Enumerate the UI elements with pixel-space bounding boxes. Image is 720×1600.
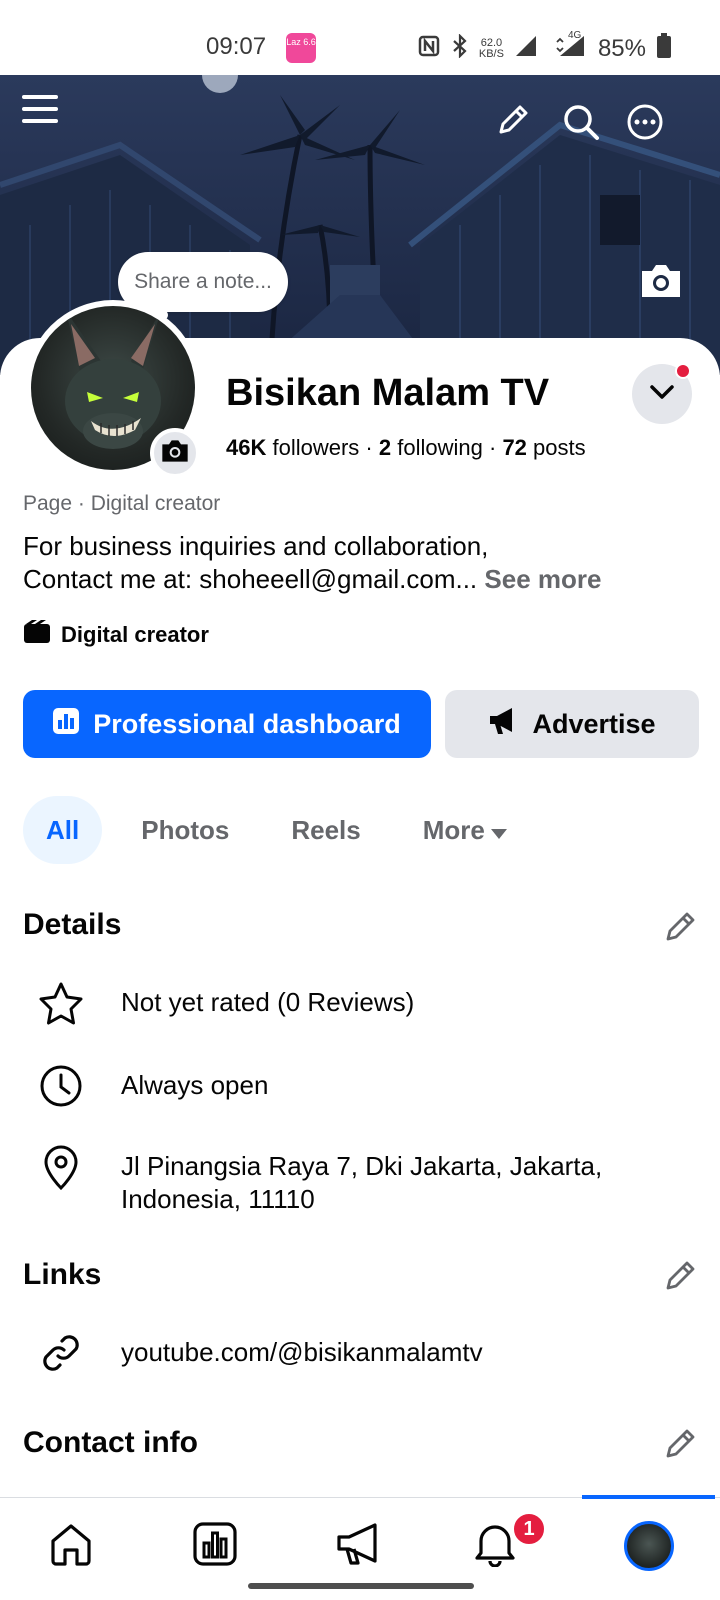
profile-stats: 46K followers · 2 following · 72 posts	[226, 435, 586, 461]
page-category: Page · Digital creator	[23, 492, 221, 515]
notification-badge: 1	[512, 1512, 546, 1546]
pencil-icon	[663, 1259, 697, 1298]
edit-profile-button[interactable]	[496, 103, 548, 155]
bio-line: For business inquiries and collaboration…	[23, 531, 489, 561]
battery-icon	[656, 33, 672, 65]
rating-text: Not yet rated (0 Reviews)	[121, 987, 415, 1017]
speed-unit: KB/S	[478, 48, 504, 60]
caret-down-icon	[490, 815, 507, 846]
bluetooth-icon	[451, 33, 469, 64]
nav-home[interactable]	[38, 1516, 104, 1576]
tab-photos[interactable]: Photos	[118, 796, 252, 864]
nav-ads[interactable]	[326, 1516, 392, 1576]
link-icon	[23, 1330, 99, 1376]
contact-info-title: Contact info	[23, 1426, 198, 1459]
tab-label: Reels	[291, 814, 361, 845]
detail-address-row: Jl Pinangsia Raya 7, Dki Jakarta, Jakart…	[23, 1144, 703, 1216]
battery-percent: 85%	[597, 35, 646, 62]
status-time: 09:07	[206, 33, 267, 60]
tab-all[interactable]: All	[23, 796, 103, 864]
detail-hours-row: Always open	[23, 1063, 703, 1109]
address-text: Jl Pinangsia Raya 7, Dki Jakarta, Jakart…	[121, 1144, 602, 1216]
notification-dot	[675, 363, 691, 379]
page-title: Bisikan Malam TV	[226, 372, 550, 414]
hours-text: Always open	[121, 1070, 269, 1100]
separator-dot: ·	[488, 435, 497, 460]
signal-icon	[514, 34, 544, 64]
edit-links-button[interactable]	[660, 1258, 700, 1298]
chart-icon	[53, 707, 80, 741]
gesture-home-bar[interactable]	[248, 1583, 474, 1589]
bio: For business inquiries and collaboration…	[23, 530, 703, 596]
search-button[interactable]	[562, 103, 614, 155]
see-more-link[interactable]: See more	[484, 564, 601, 594]
signal-4g-icon: 4G	[554, 30, 588, 64]
lazada-app-icon: Laz 6.6	[286, 33, 316, 63]
professional-dashboard-label: Professional dashboard	[93, 708, 401, 739]
followers-label[interactable]: followers	[272, 435, 359, 460]
bio-line: Contact me at: shoheeell@gmail.com...	[23, 564, 478, 594]
youtube-link[interactable]: youtube.com/@bisikanmalamtv	[121, 1330, 483, 1369]
link-row-youtube[interactable]: youtube.com/@bisikanmalamtv	[23, 1330, 703, 1376]
pencil-icon	[663, 1427, 697, 1466]
creator-tag-label: Digital creator	[61, 622, 209, 647]
clock-icon	[23, 1063, 99, 1109]
active-tab-indicator	[582, 1495, 715, 1499]
avatar-camera-button[interactable]	[150, 428, 200, 478]
profile-tabs: All Photos Reels More	[23, 796, 546, 864]
following-label[interactable]: following	[397, 435, 483, 460]
details-title: Details	[23, 908, 122, 941]
menu-button[interactable]	[20, 89, 72, 141]
nav-profile[interactable]	[616, 1516, 682, 1576]
clapperboard-icon	[23, 620, 51, 650]
status-icons: 62.0 KB/S 4G 85%	[417, 30, 672, 65]
nfc-icon	[417, 34, 441, 64]
bell-icon	[473, 1521, 517, 1572]
tab-label: All	[46, 814, 80, 845]
advertise-label: Advertise	[532, 708, 656, 739]
megaphone-icon	[488, 707, 518, 742]
tab-reels[interactable]: Reels	[268, 796, 383, 864]
star-icon	[23, 980, 99, 1026]
following-count[interactable]: 2	[379, 435, 391, 460]
creator-tag: Digital creator	[23, 620, 209, 650]
camera-icon	[161, 439, 189, 468]
followers-count[interactable]: 46K	[226, 435, 266, 460]
posts-count: 72	[502, 435, 527, 460]
nav-dashboard[interactable]	[182, 1516, 248, 1576]
home-icon	[48, 1521, 94, 1572]
tab-label: Photos	[141, 814, 230, 845]
profile-avatar	[624, 1521, 674, 1571]
status-bar: 09:07 Laz 6.6 62.0 KB/S 4G 85%	[0, 0, 720, 75]
professional-dashboard-button[interactable]: Professional dashboard	[23, 690, 431, 758]
pencil-icon	[663, 910, 697, 949]
megaphone-icon	[335, 1521, 383, 1572]
location-pin-icon	[23, 1144, 99, 1190]
dashboard-icon	[192, 1521, 238, 1572]
address-line: Indonesia, 11110	[121, 1184, 315, 1214]
address-line: Jl Pinangsia Raya 7, Dki Jakarta, Jakart…	[121, 1151, 603, 1181]
more-options-button[interactable]	[626, 103, 678, 155]
network-type: 4G	[567, 30, 582, 41]
share-note-bubble[interactable]: Share a note...	[118, 252, 288, 312]
advertise-button[interactable]: Advertise	[445, 690, 699, 758]
links-title: Links	[23, 1258, 102, 1291]
detail-rating-row: Not yet rated (0 Reviews)	[23, 980, 703, 1026]
network-speed: 62.0 KB/S	[479, 38, 504, 60]
tab-label: More	[422, 814, 485, 845]
edit-contact-button[interactable]	[660, 1426, 700, 1466]
edit-details-button[interactable]	[660, 909, 700, 949]
separator-dot: ·	[365, 435, 373, 460]
chevron-down-icon	[649, 384, 675, 405]
tab-more[interactable]: More	[400, 796, 530, 864]
posts-label: posts	[533, 435, 586, 460]
note-placeholder: Share a note...	[134, 270, 272, 293]
cover-camera-button[interactable]	[640, 263, 692, 315]
